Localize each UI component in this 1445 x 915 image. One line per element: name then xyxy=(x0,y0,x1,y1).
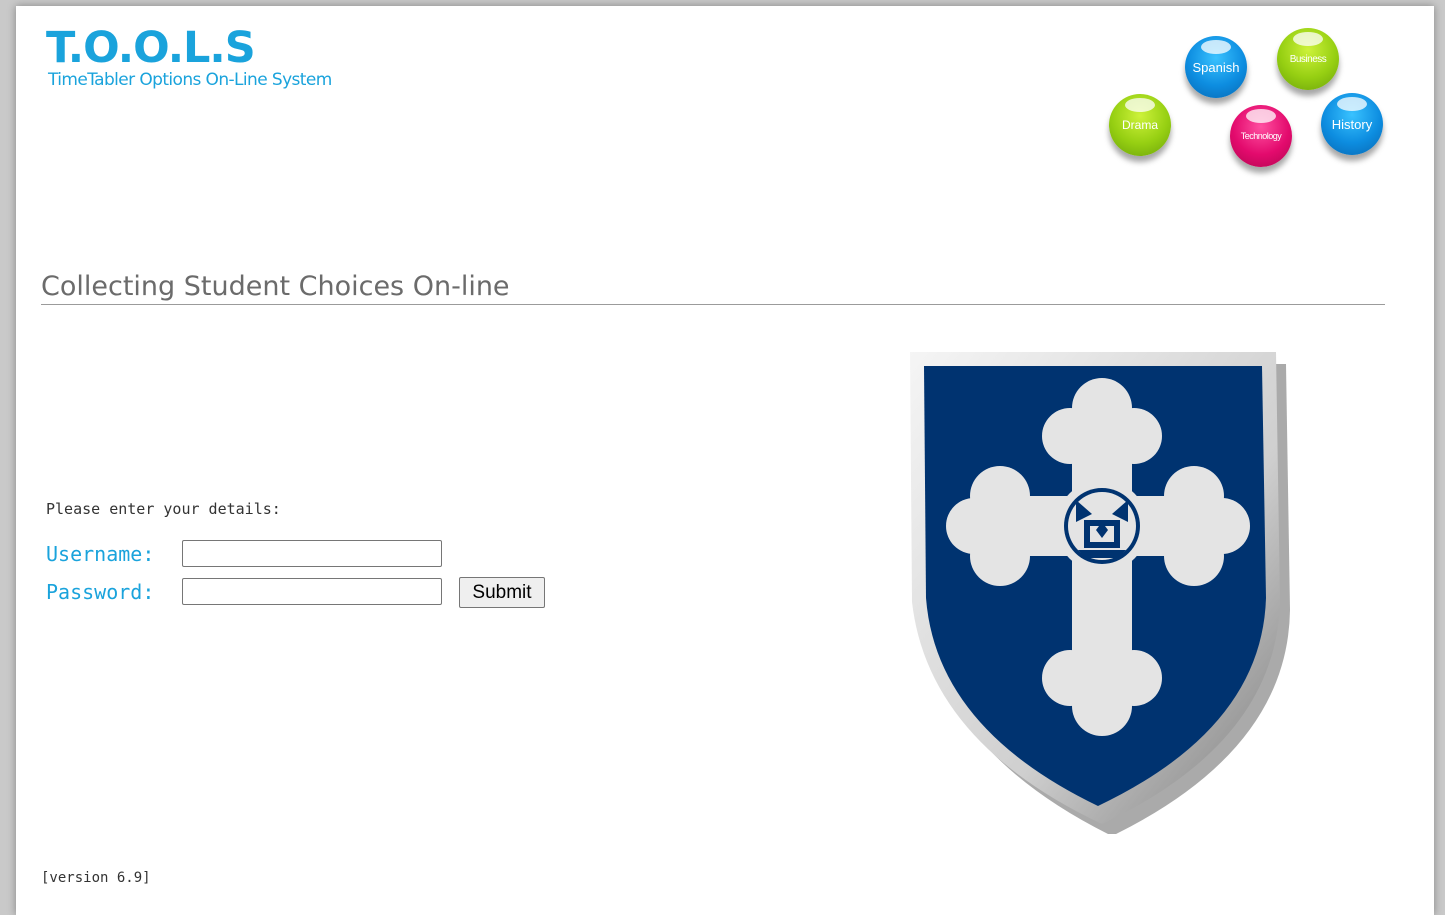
subject-bubbles: Spanish Business Drama Technology Histor… xyxy=(1101,18,1401,178)
bubble-technology: Technology xyxy=(1230,105,1292,167)
version-label: [version 6.9] xyxy=(41,870,151,886)
bubble-label: Drama xyxy=(1121,118,1158,132)
bubble-label: Technology xyxy=(1240,131,1282,141)
username-input[interactable] xyxy=(182,540,442,567)
bubble-drama: Drama xyxy=(1109,94,1171,156)
password-input[interactable] xyxy=(182,578,442,605)
tools-logo: T.O.O.L.S TimeTabler Options On-Line Sys… xyxy=(46,22,332,90)
login-prompt: Please enter your details: xyxy=(46,500,281,518)
school-crest-icon xyxy=(892,344,1292,836)
logo-subtitle: TimeTabler Options On-Line System xyxy=(48,70,332,90)
bubble-label: History xyxy=(1331,116,1373,132)
submit-button[interactable]: Submit xyxy=(459,577,545,608)
logo-title: T.O.O.L.S xyxy=(46,23,256,73)
bubble-label: Spanish xyxy=(1192,59,1240,75)
bubble-business: Business xyxy=(1277,28,1339,90)
page-heading: Collecting Student Choices On-line xyxy=(41,270,1385,305)
bubble-label: Business xyxy=(1289,53,1327,65)
login-page: T.O.O.L.S TimeTabler Options On-Line Sys… xyxy=(16,6,1434,915)
username-label: Username: xyxy=(46,542,155,566)
bubble-spanish: Spanish xyxy=(1185,36,1247,98)
password-label: Password: xyxy=(46,580,155,604)
bubble-history: History xyxy=(1321,93,1383,155)
